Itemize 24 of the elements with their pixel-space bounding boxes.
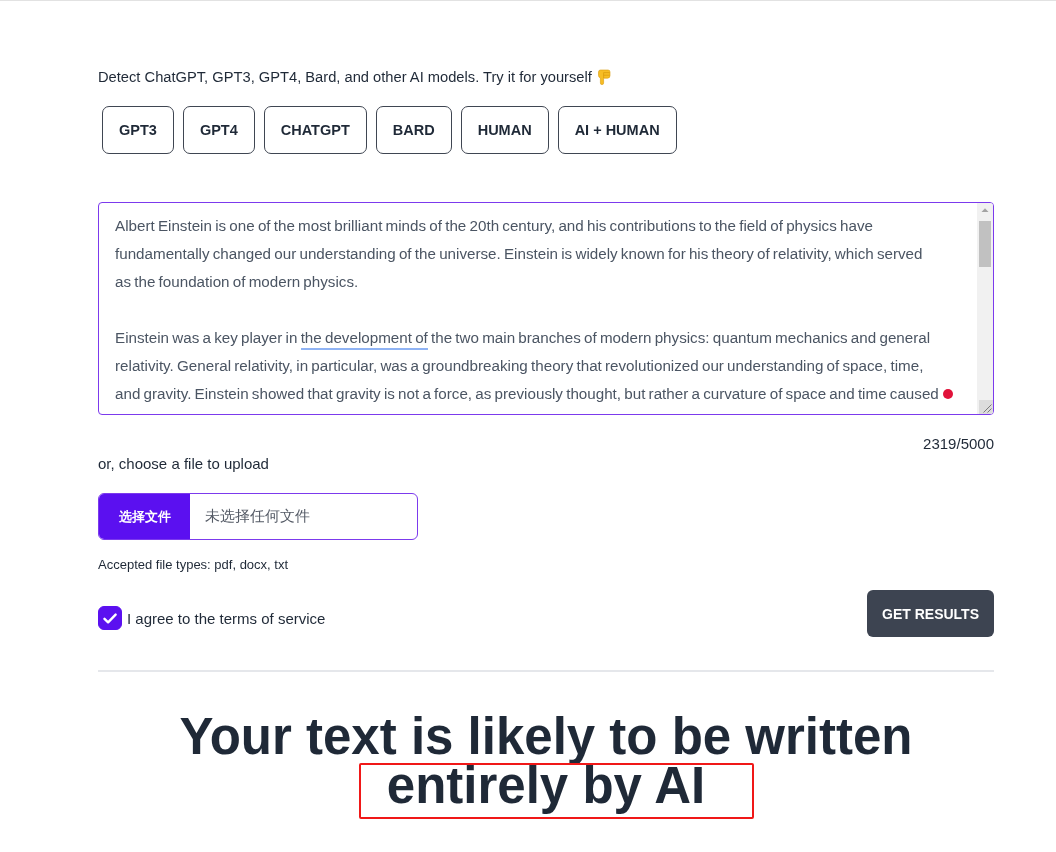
resize-handle-icon[interactable] — [979, 400, 993, 414]
character-count: 2319/5000 — [922, 434, 994, 454]
sample-text-button[interactable]: GPT3 — [102, 106, 174, 154]
scrollbar-track[interactable] — [977, 203, 993, 414]
sample-text-button[interactable]: HUMAN — [460, 106, 549, 154]
intro-text: Detect ChatGPT, GPT3, GPT4, Bard, and other AI models. Try it for yourself — [98, 69, 592, 85]
terms-label: I agree to the terms of service — [127, 609, 326, 627]
terms-checkbox[interactable] — [98, 606, 122, 630]
get-results-button[interactable]: GET RESULTS — [867, 590, 994, 637]
upload-label: or, choose a file to upload — [98, 454, 270, 474]
file-types-note: Accepted file types: pdf, docx, txt — [98, 557, 290, 573]
checkmark-icon — [103, 612, 117, 624]
paragraph-text: Einstein was a key player in the development of the two main branches of modern physics: quantum mechanics and general relativity. General relativity, in particular, was a groundbreaking theory that revolutionized our understanding of space, time, and gravity. Einstein showed that gravity is not a force, as previously thought, but rather a curvature of space and time caused — [115, 328, 940, 404]
text-input-area[interactable] — [98, 202, 994, 415]
choose-file-button[interactable]: 选择文件 — [99, 494, 190, 539]
sample-text-button[interactable]: AI + HUMAN — [557, 106, 677, 154]
pointing-hand-icon — [596, 69, 611, 85]
paragraph-text: Albert Einstein is one of the most brilliant minds of the 20th century, and his contributions to the field of physics have fundamentally changed our understanding of the universe. Einstein is widely known for his theory of relativity, which served as the foundation of modern physics. — [115, 216, 924, 292]
sample-text-button[interactable]: GPT4 — [182, 106, 255, 154]
sample-text-button[interactable]: CHATGPT — [263, 106, 367, 154]
sample-text-button[interactable]: BARD — [375, 106, 452, 154]
file-input[interactable]: 选择文件 未选择任何文件 — [98, 493, 418, 540]
scrollbar-thumb[interactable] — [979, 221, 991, 267]
file-status-text: 未选择任何文件 — [205, 507, 310, 526]
